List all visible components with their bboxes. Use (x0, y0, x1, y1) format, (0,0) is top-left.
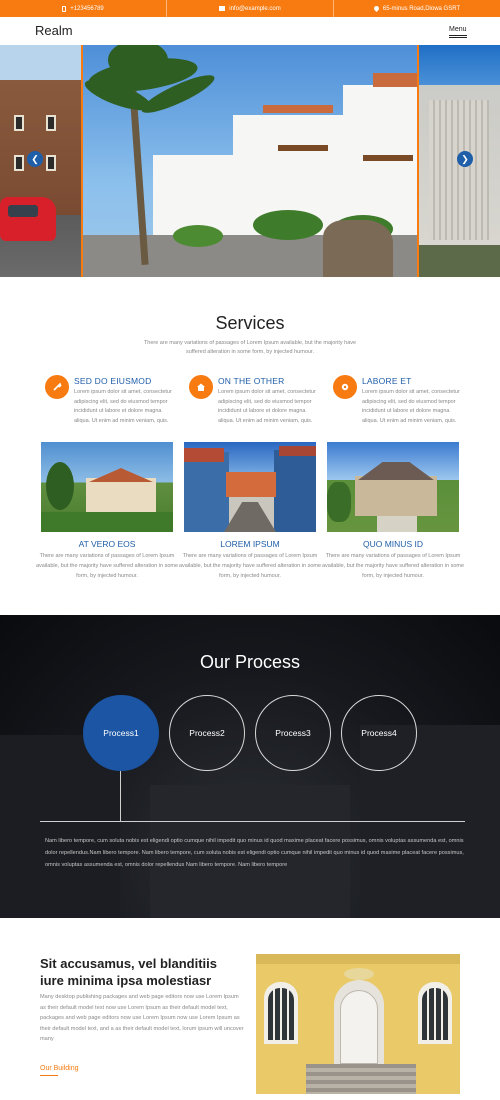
process-connector (120, 771, 121, 821)
hero-slider: ❮ ❯ (0, 45, 500, 277)
topbar-email[interactable]: info@example.com (167, 0, 334, 17)
card-image[interactable] (327, 442, 459, 532)
card-title[interactable]: LOREM IPSUM (175, 539, 325, 549)
card-title[interactable]: AT VERO EOS (32, 539, 182, 549)
slider-next-button[interactable]: ❯ (457, 151, 473, 167)
feature-text: Lorem ipsum dolor sit amet, consectetur … (74, 389, 172, 424)
brand-logo[interactable]: Realm (35, 23, 73, 38)
map-pin-icon (372, 4, 380, 13)
card-image[interactable] (184, 442, 316, 532)
card-text: There are many variations of passages of… (178, 553, 322, 579)
chevron-left-icon: ❮ (31, 153, 39, 164)
process-title: Our Process (199, 652, 301, 672)
our-building-link[interactable]: Our Building (40, 1065, 79, 1076)
menu-button[interactable]: Menu (449, 26, 467, 38)
process-step-4[interactable]: Process4 (341, 695, 417, 771)
process-divider (40, 821, 465, 822)
services-title: Services (215, 313, 285, 333)
card-image[interactable] (41, 442, 173, 532)
services-subtitle: There are many variations of passages of… (143, 340, 357, 355)
gear-icon (333, 375, 357, 399)
slide-current-image (81, 45, 419, 277)
process-description: Nam libero tempore, cum soluta nobis est… (45, 838, 464, 868)
process-step-3[interactable]: Process3 (255, 695, 331, 771)
feature-title[interactable]: SED DO EIUSMOD (74, 376, 151, 386)
contact-topbar: +123456789 info@example.com 65-minus Roa… (0, 0, 500, 17)
card-text: There are many variations of passages of… (35, 553, 179, 579)
feature-text: Lorem ipsum dolor sit amet, consectetur … (362, 389, 460, 424)
chevron-right-icon: ❯ (461, 153, 469, 164)
card-text: There are many variations of passages of… (321, 553, 465, 579)
feature-title[interactable]: ON THE OTHER (218, 376, 284, 386)
card-title[interactable]: QUO MINUS ID (318, 539, 468, 549)
feature-text: Lorem ipsum dolor sit amet, consectetur … (218, 389, 316, 424)
process-step-2[interactable]: Process2 (169, 695, 245, 771)
mail-icon (219, 6, 226, 11)
phone-text: +123456789 (70, 5, 104, 12)
topbar-address: 65-minus Road,Dlowa GSRT (334, 0, 500, 17)
address-text: 65-minus Road,Dlowa GSRT (382, 5, 461, 12)
email-text: info@example.com (229, 5, 281, 12)
navbar: Realm Menu (0, 17, 500, 45)
process-section: Our Process Process1 Process2 Process3 P… (0, 615, 500, 918)
feature-title[interactable]: LABORE ET (362, 376, 412, 386)
about-text: Many desktop publishing packages and web… (40, 994, 244, 1042)
phone-icon (62, 5, 67, 12)
topbar-phone[interactable]: +123456789 (0, 0, 167, 17)
process-step-1[interactable]: Process1 (83, 695, 159, 771)
tools-icon (45, 375, 69, 399)
home-icon (189, 375, 213, 399)
about-title: Sit accusamus, vel blanditiis iure minim… (40, 956, 218, 988)
slider-prev-button[interactable]: ❮ (27, 151, 43, 167)
building-facade-image (256, 954, 460, 1094)
red-car-image (0, 197, 56, 241)
